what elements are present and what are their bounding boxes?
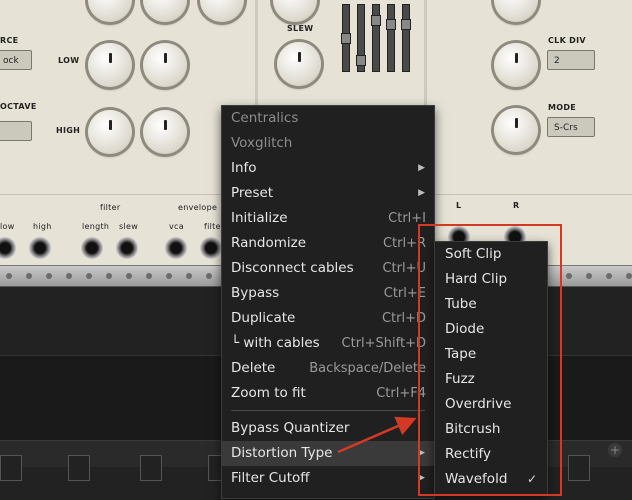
annotation-arrow-icon (337, 416, 417, 454)
